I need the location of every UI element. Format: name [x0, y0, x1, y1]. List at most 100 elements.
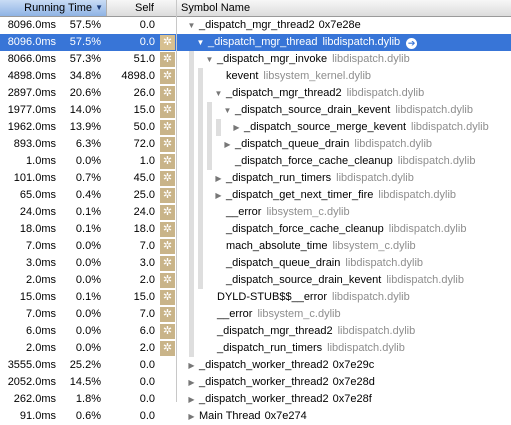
symbol-name: _dispatch_mgr_thread2 — [217, 325, 333, 337]
call-tree-row[interactable]: 2.0ms 0.0% 2.0 ✲ _dispatch_source_drain_keve… — [0, 272, 511, 289]
running-time-percent: 0.0% — [75, 155, 101, 167]
gear-icon[interactable]: ✲ — [160, 205, 175, 220]
symbol-entry: _dispatch_source_drain_kevent libdispatch… — [226, 272, 464, 289]
call-tree-row[interactable]: 8096.0ms 57.5% 0.0 ✲ ▼ _dispatch_mgr_thread li… — [0, 34, 511, 51]
call-tree-row[interactable]: 8066.0ms 57.3% 51.0 ✲ ▼ _dispatch_mgr_invoke l… — [0, 51, 511, 68]
symbol-cell: ▼ _dispatch_mgr_thread2 0x7e28e — [177, 17, 511, 34]
call-tree-row[interactable]: 2897.0ms 20.6% 26.0 ✲ ▼ _dispatch_mgr_thread2… — [0, 85, 511, 102]
disclosure-collapsed-icon[interactable]: ▶ — [187, 357, 196, 374]
gear-icon[interactable]: ✲ — [160, 154, 175, 169]
disclosure-collapsed-icon[interactable]: ▶ — [187, 408, 196, 425]
thread-address: 0x7e28f — [332, 393, 372, 405]
indent-guide — [198, 272, 203, 289]
disclosure-expanded-icon[interactable]: ▼ — [214, 85, 223, 102]
symbol-name: _dispatch_worker_thread2 — [199, 393, 329, 405]
symbol-entry: _dispatch_force_cache_cleanup libdispatch… — [226, 221, 466, 238]
disclosure-collapsed-icon[interactable]: ▶ — [214, 187, 223, 204]
gear-icon[interactable]: ✲ — [160, 341, 175, 356]
call-tree-row[interactable]: 3.0ms 0.0% 3.0 ✲ _dispatch_queue_drain libdis… — [0, 255, 511, 272]
symbol-entry: _dispatch_worker_thread2 0x7e29c — [199, 357, 374, 374]
gear-icon[interactable]: ✲ — [160, 35, 175, 50]
gear-icon[interactable]: ✲ — [160, 52, 175, 67]
call-tree-row[interactable]: 24.0ms 0.1% 24.0 ✲ __error libsystem_c.dylib — [0, 204, 511, 221]
gear-icon[interactable]: ✲ — [160, 273, 175, 288]
indent-guide — [198, 85, 203, 102]
call-tree-row[interactable]: 7.0ms 0.0% 7.0 ✲ __error libsystem_c.dylib — [0, 306, 511, 323]
gear-icon[interactable]: ✲ — [160, 222, 175, 237]
call-tree-row[interactable]: 91.0ms 0.6% 0.0 ▶ Main Thread 0x7e274 — [0, 408, 511, 425]
symbol-name: _dispatch_source_merge_kevent — [244, 121, 407, 133]
call-tree-row[interactable]: 6.0ms 0.0% 6.0 ✲ _dispatch_mgr_thread2 libdis… — [0, 323, 511, 340]
disclosure-expanded-icon[interactable]: ▼ — [196, 34, 205, 51]
call-tree-row[interactable]: 1.0ms 0.0% 1.0 ✲ _dispatch_force_cache_clean… — [0, 153, 511, 170]
symbol-cell: ▶ _dispatch_get_next_timer_fire libdispatc… — [177, 187, 511, 204]
indent-guide — [198, 68, 203, 85]
symbol-name: _dispatch_run_timers — [217, 342, 323, 354]
disclosure-expanded-icon[interactable]: ▼ — [187, 17, 196, 34]
self-weight: 0.0 — [139, 376, 155, 388]
running-time-percent: 0.0% — [75, 308, 101, 320]
gear-icon[interactable]: ✲ — [160, 86, 175, 101]
running-time-percent: 0.1% — [75, 291, 101, 303]
library-name: libdispatch.dylib — [337, 325, 416, 337]
call-tree-row[interactable]: 101.0ms 0.7% 45.0 ✲ ▶ _dispatch_run_timers lib… — [0, 170, 511, 187]
call-tree-row[interactable]: 3555.0ms 25.2% 0.0 ▶ _dispatch_worker_thread… — [0, 357, 511, 374]
symbol-name: _dispatch_queue_drain — [235, 138, 350, 150]
call-tree-row[interactable]: 8096.0ms 57.5% 0.0 ▼ _dispatch_mgr_thread2 0x… — [0, 17, 511, 34]
call-tree-row[interactable]: 15.0ms 0.1% 15.0 ✲ DYLD-STUB$$__error libdisp… — [0, 289, 511, 306]
call-tree-row[interactable]: 893.0ms 6.3% 72.0 ✲ ▶ _dispatch_queue_drain li… — [0, 136, 511, 153]
gear-icon[interactable]: ✲ — [160, 69, 175, 84]
call-tree-row[interactable]: 4898.0ms 34.8% 4898.0 ✲ kevent libsystem_kern… — [0, 68, 511, 85]
running-time-percent: 0.0% — [75, 257, 101, 269]
library-name: libdispatch.dylib — [386, 274, 464, 286]
gear-icon[interactable]: ✲ — [160, 120, 175, 135]
disclosure-collapsed-icon[interactable]: ▶ — [223, 136, 232, 153]
disclosure-collapsed-icon[interactable]: ▶ — [187, 391, 196, 408]
gear-icon[interactable]: ✲ — [160, 290, 175, 305]
gear-icon[interactable]: ✲ — [160, 103, 175, 118]
library-name: libdispatch.dylib — [378, 189, 457, 201]
disclosure-expanded-icon[interactable]: ▼ — [223, 102, 232, 119]
gear-icon[interactable]: ✲ — [160, 324, 175, 339]
call-tree-row[interactable]: 262.0ms 1.8% 0.0 ▶ _dispatch_worker_thread2 0… — [0, 391, 511, 408]
symbol-name: __error — [226, 206, 262, 218]
symbol-cell: kevent libsystem_kernel.dylib — [177, 68, 511, 85]
disclosure-expanded-icon[interactable]: ▼ — [205, 51, 214, 68]
call-tree-row[interactable]: 7.0ms 0.0% 7.0 ✲ mach_absolute_time libsystem… — [0, 238, 511, 255]
gear-icon[interactable]: ✲ — [160, 239, 175, 254]
indent-guide — [207, 153, 212, 170]
symbol-cell: _dispatch_mgr_thread2 libdispatch.dylib — [177, 323, 511, 340]
symbol-cell: ▶ _dispatch_worker_thread2 0x7e28d — [177, 374, 511, 391]
disclosure-collapsed-icon[interactable]: ▶ — [232, 119, 241, 136]
call-tree-row[interactable]: 1977.0ms 14.0% 15.0 ✲ ▼ _dispatch_source_drai… — [0, 102, 511, 119]
column-header-running-time[interactable]: Running Time ▼ — [0, 0, 107, 16]
indent-guide — [189, 306, 194, 323]
running-time-percent: 13.9% — [69, 121, 101, 133]
column-header-self[interactable]: Self — [107, 0, 177, 16]
call-tree-row[interactable]: 18.0ms 0.1% 18.0 ✲ _dispatch_force_cache_cle… — [0, 221, 511, 238]
go-arrow-icon[interactable]: ➔ — [406, 38, 418, 49]
gear-icon[interactable]: ✲ — [160, 137, 175, 152]
gear-icon[interactable]: ✲ — [160, 256, 175, 271]
self-weight: 4898.0 — [121, 70, 155, 82]
call-tree-row[interactable]: 1962.0ms 13.9% 50.0 ✲ ▶ _dispatch_source_merg… — [0, 119, 511, 136]
running-time-ms: 1977.0ms — [7, 104, 56, 116]
gear-icon[interactable]: ✲ — [160, 307, 175, 322]
thread-address: 0x7e28d — [332, 376, 375, 388]
running-time-percent: 0.1% — [75, 223, 101, 235]
self-weight: 15.0 — [133, 291, 155, 303]
indent-guide — [189, 255, 194, 272]
gear-icon[interactable]: ✲ — [160, 188, 175, 203]
symbol-cell: ▶ _dispatch_source_merge_kevent libdispatc… — [177, 119, 511, 136]
call-tree-row[interactable]: 2052.0ms 14.5% 0.0 ▶ _dispatch_worker_thread… — [0, 374, 511, 391]
self-weight: 26.0 — [133, 87, 155, 99]
column-header-symbol-name[interactable]: Symbol Name — [177, 0, 511, 16]
symbol-name: _dispatch_worker_thread2 — [199, 376, 329, 388]
running-time-ms: 91.0ms — [19, 410, 56, 422]
call-tree-row[interactable]: 2.0ms 0.0% 2.0 ✲ _dispatch_run_timers libdisp… — [0, 340, 511, 357]
indent-guide — [207, 102, 212, 119]
gear-icon[interactable]: ✲ — [160, 171, 175, 186]
disclosure-collapsed-icon[interactable]: ▶ — [187, 374, 196, 391]
call-tree-row[interactable]: 65.0ms 0.4% 25.0 ✲ ▶ _dispatch_get_next_timer… — [0, 187, 511, 204]
disclosure-collapsed-icon[interactable]: ▶ — [214, 170, 223, 187]
